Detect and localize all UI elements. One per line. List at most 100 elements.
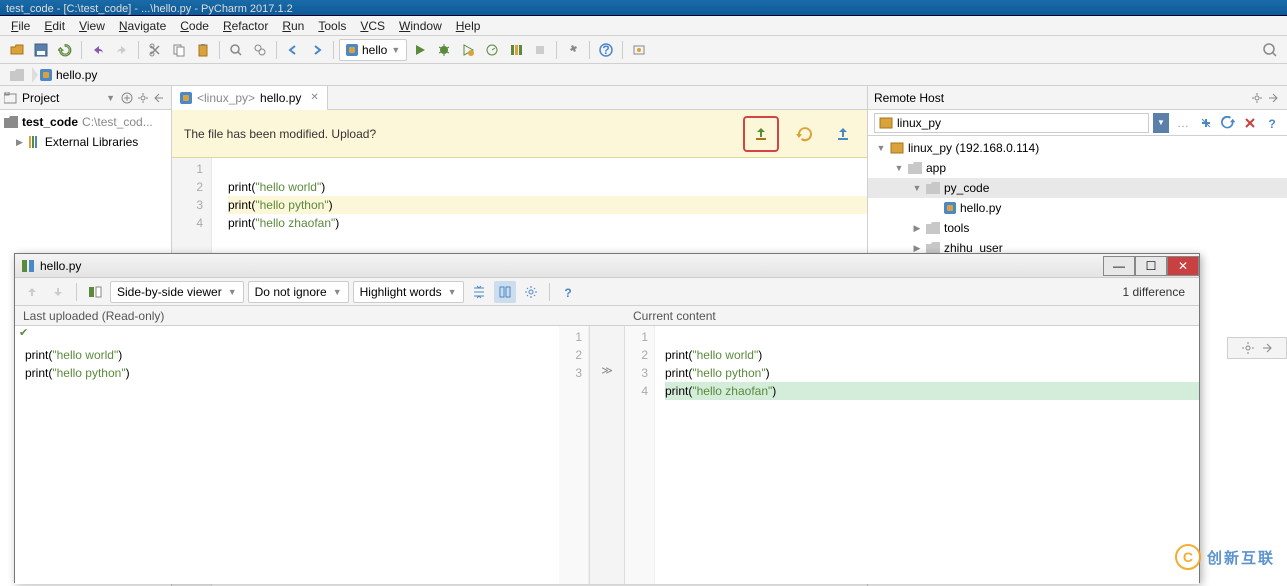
run-config-selector[interactable]: hello ▼ [339, 39, 407, 61]
remote-tree-row[interactable]: ▼app [868, 158, 1287, 178]
menu-refactor[interactable]: Refactor [216, 17, 275, 35]
profile-icon[interactable] [481, 39, 503, 61]
chevron-down-icon: ▼ [448, 287, 457, 297]
diff-line: print("hello zhaofan") [665, 382, 1199, 400]
difference-count: 1 difference [1123, 285, 1194, 299]
disconnect-icon[interactable] [1241, 112, 1259, 134]
remote-tree-row[interactable]: ▶tools [868, 218, 1287, 238]
breadcrumb-file[interactable]: hello.py [32, 64, 105, 86]
project-panel-header: Project ▼ [0, 86, 171, 110]
upload-icon[interactable] [749, 122, 773, 146]
help-icon[interactable]: ? [595, 39, 617, 61]
readonly-check-icon: ✔ [19, 326, 28, 339]
save-icon[interactable] [30, 39, 52, 61]
run-config-name: hello [362, 43, 387, 57]
code-line[interactable]: print("hello python") [228, 196, 867, 214]
coverage-icon[interactable] [457, 39, 479, 61]
gear-icon[interactable] [1241, 341, 1255, 355]
help-icon[interactable]: ? [1263, 112, 1281, 134]
menu-window[interactable]: Window [392, 17, 449, 35]
editor-tab[interactable]: <linux_py> hello.py ✕ [172, 86, 328, 110]
menu-help[interactable]: Help [449, 17, 488, 35]
diff-left-pane[interactable]: ✔ print("hello world")print("hello pytho… [15, 326, 589, 584]
close-button[interactable]: ✕ [1167, 256, 1199, 276]
diff-right-pane[interactable]: 1234 print("hello world")print("hello py… [625, 326, 1199, 584]
paste-icon[interactable] [192, 39, 214, 61]
gear-icon[interactable] [520, 281, 542, 303]
diff-left-gutter: 123 [559, 326, 589, 584]
breadcrumb-root[interactable] [2, 64, 32, 86]
hide-icon[interactable] [1261, 342, 1273, 354]
next-diff-icon[interactable] [47, 281, 69, 303]
expand-icon[interactable]: ▶ [912, 223, 922, 234]
menu-code[interactable]: Code [173, 17, 216, 35]
project-tree: test_code C:\test_cod... ▶ External Libr… [0, 110, 171, 154]
expand-icon[interactable]: ▼ [912, 183, 922, 193]
expand-icon[interactable]: ▼ [894, 163, 904, 173]
jupyter-icon[interactable] [628, 39, 650, 61]
copy-icon[interactable] [168, 39, 190, 61]
prev-diff-icon[interactable] [21, 281, 43, 303]
code-line[interactable]: print("hello world") [228, 178, 867, 196]
help-icon[interactable]: ? [557, 281, 579, 303]
revert-icon[interactable] [793, 122, 817, 146]
menu-vcs[interactable]: VCS [353, 17, 392, 35]
remote-tree-row[interactable]: ▼py_code [868, 178, 1287, 198]
highlight-selector[interactable]: Highlight words ▼ [353, 281, 464, 303]
back-icon[interactable] [282, 39, 304, 61]
refresh-icon[interactable] [1219, 112, 1237, 134]
undo-icon[interactable] [87, 39, 109, 61]
hide-icon[interactable] [151, 90, 167, 106]
concurrency-icon[interactable] [505, 39, 527, 61]
search-everywhere-icon[interactable] [1259, 39, 1281, 61]
menu-tools[interactable]: Tools [311, 17, 353, 35]
external-libraries-node[interactable]: ▶ External Libraries [0, 132, 171, 152]
open-icon[interactable] [6, 39, 28, 61]
debug-icon[interactable] [433, 39, 455, 61]
accept-icon[interactable]: ≫ [601, 364, 613, 377]
hide-icon[interactable] [1265, 90, 1281, 106]
diff-icon[interactable] [1197, 112, 1215, 134]
find-icon[interactable] [225, 39, 247, 61]
diff-titlebar[interactable]: hello.py — ☐ ✕ [15, 254, 1199, 278]
collapse-icon[interactable] [119, 90, 135, 106]
right-toolbar-stub [1227, 337, 1287, 359]
menu-edit[interactable]: Edit [37, 17, 72, 35]
ignore-selector[interactable]: Do not ignore ▼ [248, 281, 349, 303]
menu-navigate[interactable]: Navigate [112, 17, 173, 35]
code-line[interactable]: print("hello zhaofan") [228, 214, 867, 232]
cut-icon[interactable] [144, 39, 166, 61]
minimize-button[interactable]: — [1103, 256, 1135, 276]
close-icon[interactable]: ✕ [310, 92, 318, 103]
menu-run[interactable]: Run [275, 17, 311, 35]
replace-icon[interactable] [249, 39, 271, 61]
view-mode-selector[interactable]: Side-by-side viewer ▼ [110, 281, 244, 303]
expand-icon[interactable]: ▼ [876, 143, 886, 153]
collapse-unchanged-icon[interactable] [468, 281, 490, 303]
run-icon[interactable] [409, 39, 431, 61]
remote-tree-row[interactable]: ▼linux_py (192.168.0.114) [868, 138, 1287, 158]
forward-icon[interactable] [306, 39, 328, 61]
compare-icon[interactable] [84, 281, 106, 303]
diff-window-icon [21, 259, 35, 273]
ellipsis-icon[interactable]: … [1173, 116, 1193, 130]
sync-icon[interactable] [54, 39, 76, 61]
code-line[interactable] [228, 160, 867, 178]
sync-scroll-icon[interactable] [494, 281, 516, 303]
menu-view[interactable]: View [72, 17, 112, 35]
remote-tree-row[interactable]: hello.py [868, 198, 1287, 218]
menubar: FileEditViewNavigateCodeRefactorRunTools… [0, 16, 1287, 36]
expand-icon[interactable]: ▶ [912, 243, 922, 254]
redo-icon[interactable] [111, 39, 133, 61]
merge-icon[interactable] [831, 122, 855, 146]
chevron-down-icon[interactable]: ▼ [106, 93, 115, 103]
remote-path-dropdown[interactable]: ▼ [1153, 113, 1169, 133]
maximize-button[interactable]: ☐ [1135, 256, 1167, 276]
remote-path-input[interactable]: linux_py [874, 113, 1149, 133]
stop-icon[interactable] [529, 39, 551, 61]
menu-file[interactable]: File [4, 17, 37, 35]
gear-icon[interactable] [1249, 90, 1265, 106]
project-root-node[interactable]: test_code C:\test_cod... [0, 112, 171, 132]
settings-icon[interactable] [562, 39, 584, 61]
gear-icon[interactable] [135, 90, 151, 106]
